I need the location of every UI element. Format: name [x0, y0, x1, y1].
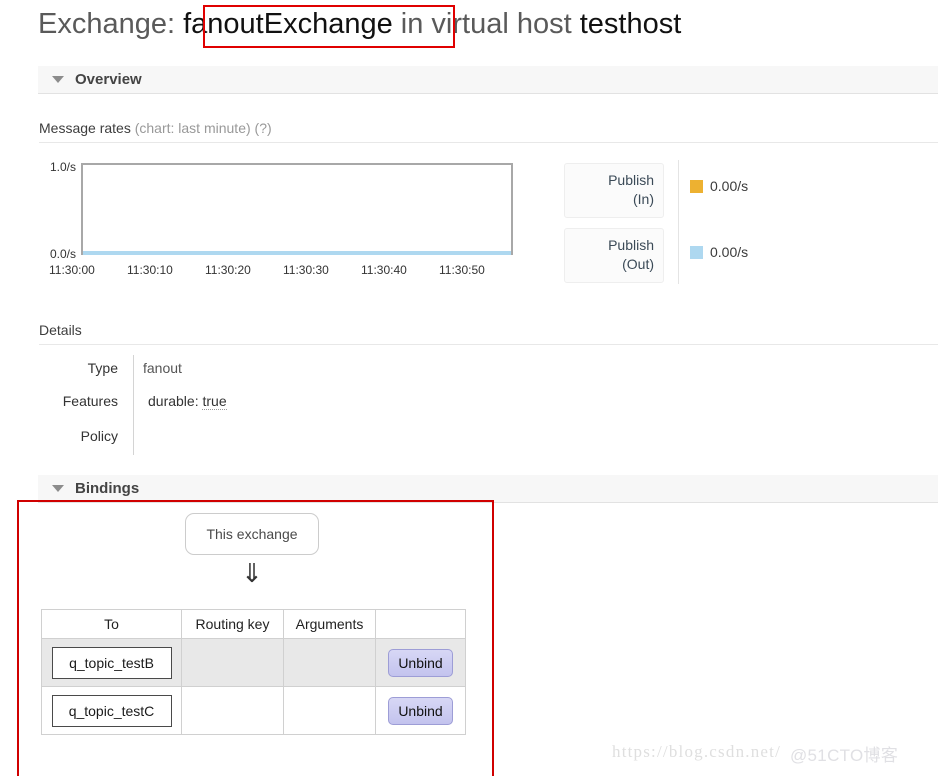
- legend-button-publish-in[interactable]: Publish (In): [564, 163, 664, 218]
- section-header-overview[interactable]: Overview: [38, 66, 938, 94]
- table-row[interactable]: q_topic_testB Unbind: [41, 638, 466, 687]
- legend-button-publish-out[interactable]: Publish (Out): [564, 228, 664, 283]
- page-title: Exchange: fanoutExchange in virtual host…: [38, 8, 681, 41]
- legend-value-publish-in: 0.00/s: [710, 178, 749, 194]
- legend-divider: [678, 160, 679, 284]
- section-title-bindings: Bindings: [75, 480, 140, 497]
- page-title-middle: in virtual host: [400, 8, 572, 40]
- message-rates-rule: [39, 142, 938, 143]
- details-label-type: Type: [87, 360, 118, 376]
- down-arrow-icon: ⇓: [241, 558, 263, 588]
- details-value-features-prefix: durable:: [148, 393, 199, 409]
- queue-link-q-topic-testb[interactable]: q_topic_testB: [51, 646, 172, 679]
- section-header-bindings[interactable]: Bindings: [38, 475, 938, 503]
- binding-to-cell: q_topic_testB: [41, 638, 182, 687]
- details-value-features-flag[interactable]: true: [202, 393, 227, 410]
- details-label-policy: Policy: [80, 428, 118, 444]
- message-rates-chart-plot: [81, 163, 513, 255]
- watermark-url: https://blog.csdn.net/: [612, 742, 782, 761]
- table-row[interactable]: q_topic_testC Unbind: [41, 686, 466, 735]
- message-rates-label: Message rates: [39, 120, 131, 136]
- details-label-features: Features: [62, 393, 118, 409]
- binding-to-cell: q_topic_testC: [41, 686, 182, 735]
- chart-ytick-top: 1.0/s: [49, 160, 76, 174]
- details-value-features: durable: true: [148, 393, 227, 410]
- vhost-name: testhost: [579, 8, 682, 40]
- chart-series-publish-out-line: [83, 251, 511, 255]
- legend-button-publish-in-line1: Publish: [608, 172, 654, 188]
- chart-xtick-2: 11:30:20: [205, 263, 251, 277]
- exchange-name: fanoutExchange: [183, 8, 393, 40]
- this-exchange-node: This exchange: [185, 513, 319, 555]
- bindings-col-routing-key[interactable]: Routing key: [181, 609, 284, 639]
- bindings-col-actions: [375, 609, 466, 639]
- legend-swatch-publish-out: [690, 246, 703, 259]
- page-title-prefix: Exchange:: [38, 8, 176, 40]
- unbind-button[interactable]: Unbind: [388, 648, 453, 677]
- watermark-handle: @51CTO博客: [790, 746, 899, 765]
- section-title-overview: Overview: [75, 71, 142, 88]
- legend-button-publish-out-line2: (Out): [622, 256, 654, 272]
- legend-button-publish-in-line2: (In): [633, 191, 654, 207]
- legend-swatch-publish-in: [690, 180, 703, 193]
- binding-arguments-cell: [283, 638, 376, 687]
- message-rates-heading: Message rates (chart: last minute) (?): [39, 120, 272, 136]
- message-rates-sublabel[interactable]: (chart: last minute) (?): [135, 120, 272, 136]
- details-heading: Details: [39, 322, 82, 338]
- chevron-down-icon[interactable]: [52, 76, 64, 83]
- binding-arguments-cell: [283, 686, 376, 735]
- bindings-col-to[interactable]: To: [41, 609, 182, 639]
- binding-routing-key-cell: [181, 638, 284, 687]
- exchange-detail-page: Exchange: fanoutExchange in virtual host…: [0, 0, 938, 776]
- chart-ytick-bottom: 0.0/s: [49, 247, 76, 261]
- chevron-down-icon[interactable]: [52, 485, 64, 492]
- details-column-divider: [133, 355, 134, 455]
- bindings-col-arguments[interactable]: Arguments: [283, 609, 376, 639]
- chart-xtick-1: 11:30:10: [127, 263, 173, 277]
- details-rule: [39, 344, 938, 345]
- bindings-table-header-row: To Routing key Arguments: [41, 609, 466, 639]
- chart-xtick-4: 11:30:40: [361, 263, 407, 277]
- unbind-button[interactable]: Unbind: [388, 696, 453, 725]
- chart-xtick-3: 11:30:30: [283, 263, 329, 277]
- binding-action-cell: Unbind: [375, 686, 466, 735]
- legend-button-publish-out-line1: Publish: [608, 237, 654, 253]
- legend-value-publish-out: 0.00/s: [710, 244, 749, 260]
- chart-xtick-5: 11:30:50: [439, 263, 485, 277]
- details-value-type: fanout: [143, 360, 182, 376]
- binding-routing-key-cell: [181, 686, 284, 735]
- binding-action-cell: Unbind: [375, 638, 466, 687]
- queue-link-q-topic-testc[interactable]: q_topic_testC: [51, 694, 172, 727]
- bindings-table: To Routing key Arguments q_topic_testB U…: [41, 609, 466, 735]
- chart-xtick-0: 11:30:00: [49, 263, 95, 277]
